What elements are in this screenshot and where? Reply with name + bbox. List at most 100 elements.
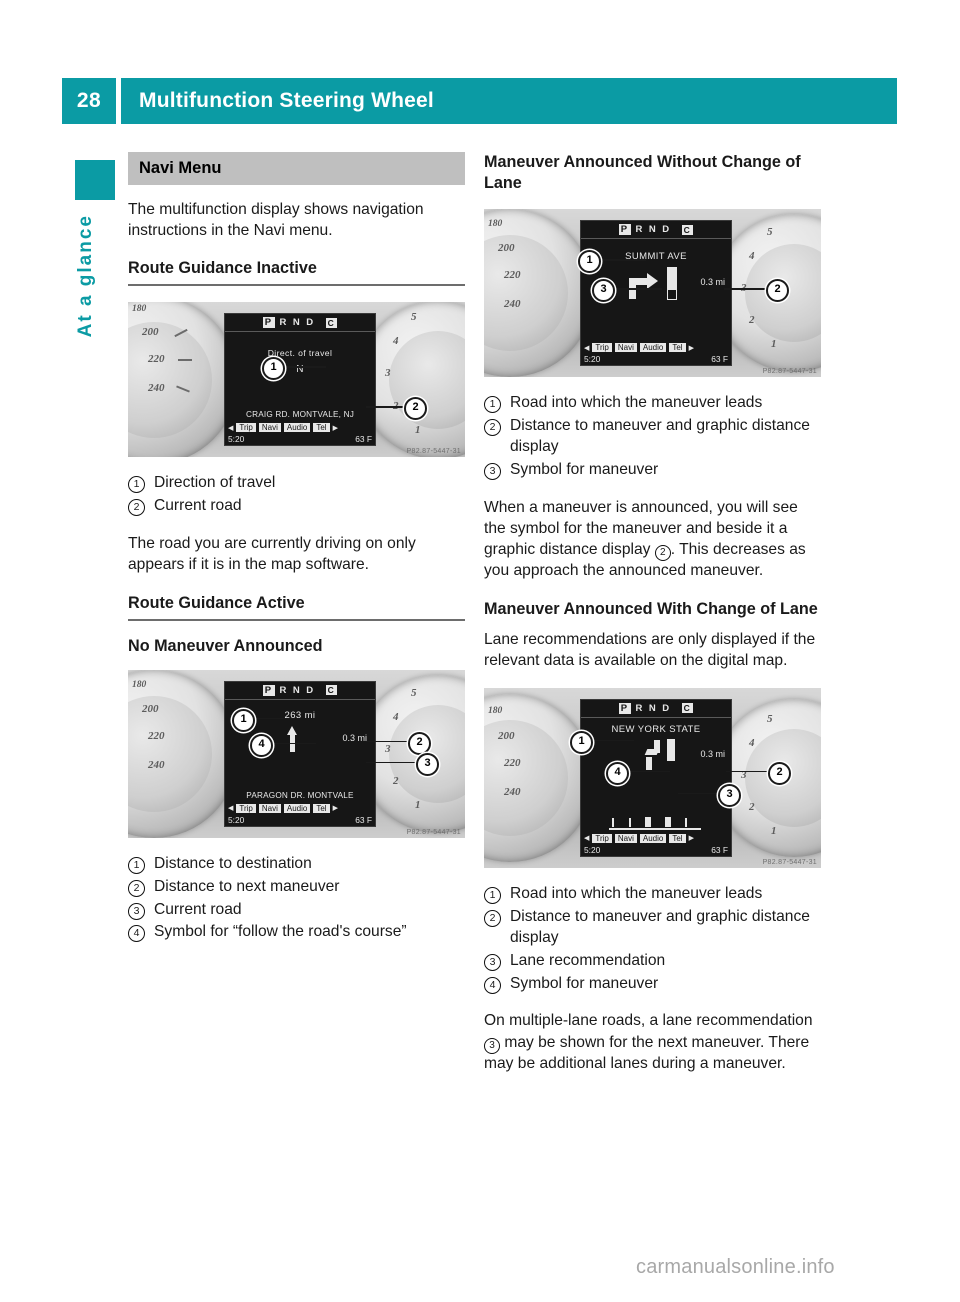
navi-menu-banner: Navi Menu xyxy=(128,152,465,185)
legend-number: 3 xyxy=(128,902,145,920)
menu-item-tel: Tel xyxy=(669,833,686,843)
mfd-body: Direct. of travel N CRAIG RD. MONTVALE, … xyxy=(225,332,375,421)
legend-item: 1 Direction of travel xyxy=(128,473,465,494)
speedo-tick-180: 180 xyxy=(132,303,147,314)
chapter-tab-marker xyxy=(75,160,115,200)
note-route-guidance-inactive: The road you are currently driving on on… xyxy=(128,535,416,574)
callout-1: 1 xyxy=(578,250,601,274)
clock-time: 5:20 xyxy=(584,354,601,365)
legend-item: 3 Current road xyxy=(128,900,465,921)
gear-mode-icon: C xyxy=(325,317,338,328)
speedo-tick-220: 220 xyxy=(504,269,521,282)
gear-p: P xyxy=(262,317,275,329)
mfd-status-row: 5:20 63 F xyxy=(228,433,372,445)
legend-item: 1 Distance to destination xyxy=(128,854,465,875)
legend-text: Distance to destination xyxy=(154,854,312,872)
road-into-which-maneuver-leads: NEW YORK STATE xyxy=(611,723,701,735)
legend-item: 4 Symbol for “follow the road's course” xyxy=(128,922,465,943)
callout-2: 2 xyxy=(766,279,789,303)
legend-number: 1 xyxy=(484,396,501,414)
tacho-tick-4: 4 xyxy=(393,334,399,347)
menu-item-trip: Trip xyxy=(236,803,256,813)
menu-item-trip: Trip xyxy=(236,423,256,433)
legend-text: Lane recommendation xyxy=(510,951,666,969)
speedometer-face xyxy=(484,719,568,836)
gear-n: N xyxy=(292,317,302,329)
legend-item: 1 Road into which the maneuver leads xyxy=(484,393,821,414)
section-route-guidance-inactive: Route Guidance Inactive xyxy=(128,258,465,287)
graphic-distance-bar xyxy=(667,738,675,770)
figure-photo-id: P82.87-5447-31 xyxy=(762,858,817,866)
legend-item: 2 Current road xyxy=(128,496,465,517)
mfd-status-row: 5:20 63 F xyxy=(584,353,728,365)
section-maneuver-without-lane: Maneuver Announced Without Change of Lan… xyxy=(484,153,801,193)
speedo-tick-220: 220 xyxy=(148,729,165,742)
gear-r: R xyxy=(635,702,644,714)
gear-d: D xyxy=(662,224,671,236)
distance-to-maneuver: 0.3 mi xyxy=(342,732,367,743)
menu-item-audio: Audio xyxy=(639,833,667,843)
callout-3: 3 xyxy=(592,279,615,303)
legend-number: 3 xyxy=(484,462,501,480)
turn-right-arrow-icon xyxy=(629,271,663,300)
legend-item: 4 Symbol for maneuver xyxy=(484,974,821,995)
tacho-tick-1: 1 xyxy=(415,423,421,436)
legend-text: Distance to next maneuver xyxy=(154,877,340,895)
speedometer-gauge: 180 200 220 240 xyxy=(484,209,594,378)
outside-temperature: 63 F xyxy=(355,814,372,825)
inline-callout-ref: 3 xyxy=(484,1037,500,1054)
legend-item: 1 Road into which the maneuver leads xyxy=(484,884,821,905)
multifunction-display: P R N D C NEW YORK STATE 0.3 mi ◀ Trip N… xyxy=(580,698,732,857)
callout-2: 2 xyxy=(408,731,431,755)
tacho-tick-2: 2 xyxy=(749,800,755,813)
multifunction-display: P R N D C Direct. of travel N CRAIG RD. … xyxy=(224,313,376,447)
direction-of-travel-label: Direct. of travel xyxy=(267,348,333,359)
speedo-tick-180: 180 xyxy=(488,705,503,716)
legend-text: Distance to maneuver and graphic distanc… xyxy=(510,907,810,946)
figure-no-maneuver-announced: 180 200 220 240 5 4 3 2 1 P R N D C 2 63 … xyxy=(128,669,465,838)
speedo-tick-180: 180 xyxy=(132,679,147,690)
tacho-tick-1: 1 xyxy=(415,798,421,811)
menu-item-tel: Tel xyxy=(669,343,686,353)
menu-item-tel: Tel xyxy=(313,803,330,813)
outside-temperature: 63 F xyxy=(711,354,728,365)
speedo-tick-200: 200 xyxy=(498,242,515,255)
chapter-tab: At a glance xyxy=(75,160,115,337)
speedo-tick-180: 180 xyxy=(488,219,503,230)
gear-p: P xyxy=(262,684,275,696)
menu-right-arrow-icon: ▶ xyxy=(688,835,694,843)
gear-p: P xyxy=(618,224,631,236)
legend-item: 2 Distance to maneuver and graphic dista… xyxy=(484,907,821,949)
gear-indicator-row: P R N D C xyxy=(581,700,731,718)
gear-indicator-row: P R N D C xyxy=(225,314,375,333)
right-column: Maneuver Announced Without Change of Lan… xyxy=(484,152,821,1091)
figure-photo-id: P82.87-5447-31 xyxy=(762,368,817,376)
tacho-tick-2: 2 xyxy=(749,314,755,327)
callout-4: 4 xyxy=(606,761,629,785)
note-text-b: may be shown for the next maneuver. Ther… xyxy=(484,1033,810,1072)
legend-item: 2 Distance to next maneuver xyxy=(128,877,465,898)
menu-right-arrow-icon: ▶ xyxy=(332,424,338,432)
tacho-tick-2: 2 xyxy=(393,774,399,787)
gear-n: N xyxy=(648,224,658,236)
legend-text: Direction of travel xyxy=(154,474,276,492)
figure-route-guidance-inactive: 180 200 220 240 5 4 3 2 1 P R N D C xyxy=(128,302,465,458)
speedo-tick-240: 240 xyxy=(504,785,521,798)
speedometer-gauge: 180 200 220 240 xyxy=(128,302,238,458)
gear-mode-icon: C xyxy=(681,703,694,714)
speedometer-gauge: 180 200 220 240 xyxy=(484,693,594,862)
clock-time: 5:20 xyxy=(584,844,601,855)
left-column: Navi Menu The multifunction display show… xyxy=(128,152,465,959)
legend-text: Road into which the maneuver leads xyxy=(510,884,763,902)
tacho-tick-1: 1 xyxy=(771,338,777,351)
menu-item-navi: Navi xyxy=(258,803,281,813)
legend-text: Current road xyxy=(154,497,242,515)
speedo-tick-200: 200 xyxy=(142,702,159,715)
gear-n: N xyxy=(648,702,658,714)
callout-2: 2 xyxy=(768,761,791,785)
gear-r: R xyxy=(279,317,288,329)
menu-left-arrow-icon: ◀ xyxy=(584,344,590,352)
section-route-guidance-active: Route Guidance Active xyxy=(128,593,465,621)
menu-left-arrow-icon: ◀ xyxy=(584,835,590,843)
gear-indicator-row: P R N D C xyxy=(225,682,375,700)
